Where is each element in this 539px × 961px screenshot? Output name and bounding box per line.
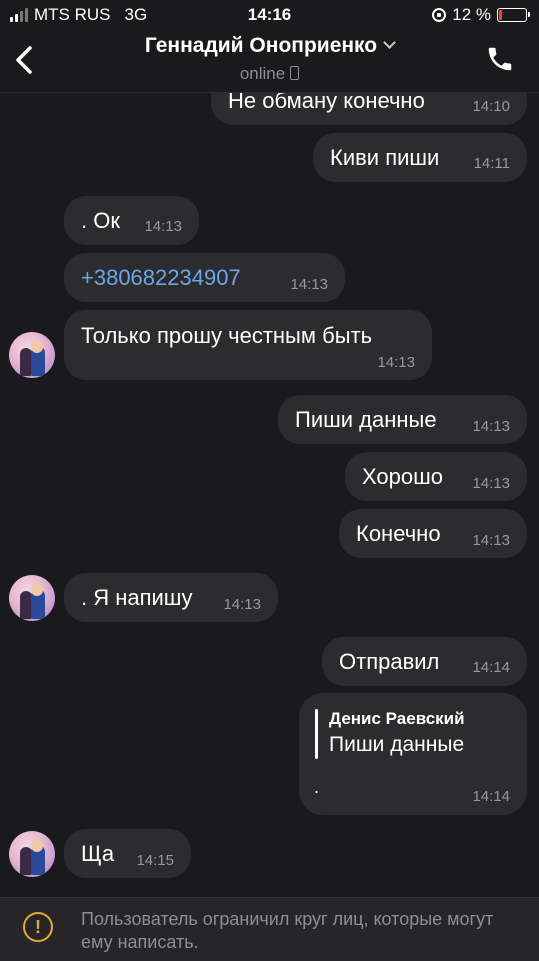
message-time: 14:11 — [473, 155, 510, 172]
phone-number-link[interactable]: +380682234907 — [81, 265, 241, 291]
reply-quote-bar — [315, 709, 318, 759]
message-bubble-outgoing[interactable]: Киви пиши 14:11 — [313, 133, 527, 182]
reply-message-bubble[interactable]: Денис Раевский Пиши данные . 14:14 — [299, 693, 527, 815]
restriction-banner: ! Пользователь ограничил круг лиц, котор… — [0, 897, 539, 961]
message-time: 14:13 — [377, 354, 415, 371]
phone-icon[interactable] — [485, 44, 515, 74]
contact-avatar[interactable] — [9, 575, 55, 621]
contact-avatar[interactable] — [9, 332, 55, 378]
message-bubble-incoming[interactable]: . Ок 14:13 — [64, 196, 199, 245]
message-text: Пиши данные — [295, 406, 437, 432]
mobile-device-icon — [290, 66, 300, 80]
message-text: Киви пиши — [330, 144, 440, 170]
message-bubble-incoming[interactable]: Ща 14:15 — [64, 829, 191, 878]
message-time: 14:14 — [472, 788, 510, 805]
contact-status: online — [0, 64, 539, 84]
message-bubble-outgoing[interactable]: Конечно 14:13 — [339, 509, 527, 558]
message-time: 14:13 — [472, 475, 510, 492]
message-text: Только прошу честным быть — [81, 323, 373, 348]
message-text: . — [314, 777, 320, 797]
chevron-down-icon — [383, 36, 396, 49]
battery-icon — [497, 8, 530, 22]
message-text: Отправил — [339, 648, 440, 674]
message-bubble-outgoing[interactable]: Отправил 14:14 — [322, 637, 527, 686]
reply-quoted-text: Пиши данные — [329, 733, 465, 756]
battery-percent: 12 % — [452, 5, 491, 24]
reply-author: Денис Раевский — [329, 709, 465, 728]
chat-header: Геннадий Оноприенко online — [0, 30, 539, 93]
online-status: online — [239, 64, 286, 83]
message-text: Хорошо — [362, 463, 444, 489]
message-time: 14:14 — [472, 659, 510, 676]
status-bar: MTS RUS 3G 14:16 12 % — [0, 0, 539, 30]
contact-name: Геннадий Оноприенко — [144, 34, 378, 57]
message-bubble-incoming[interactable]: +380682234907 14:13 — [64, 253, 345, 302]
restriction-message: Пользователь ограничил круг лиц, которые… — [81, 909, 494, 952]
contact-name-button[interactable]: Геннадий Оноприенко — [0, 34, 539, 58]
rotation-lock-icon — [432, 8, 447, 22]
message-time: 14:13 — [472, 418, 510, 435]
battery-fill — [499, 10, 502, 20]
message-text: Ща — [81, 840, 115, 866]
message-time: 14:15 — [136, 852, 174, 869]
contact-avatar[interactable] — [9, 831, 55, 877]
message-time: 14:13 — [223, 596, 261, 613]
message-bubble-outgoing[interactable]: Пиши данные 14:13 — [278, 395, 527, 444]
message-bubble-incoming[interactable]: Только прошу честным быть 14:13 — [64, 310, 432, 380]
message-text: Конечно — [356, 520, 441, 546]
message-text: . Ок — [81, 207, 120, 233]
message-time: 14:13 — [290, 276, 328, 293]
message-text: . Я напишу — [81, 584, 193, 610]
message-bubble-outgoing[interactable]: Хорошо 14:13 — [345, 452, 527, 501]
message-time: 14:13 — [144, 218, 182, 235]
message-time: 14:10 — [472, 98, 510, 115]
message-bubble-incoming[interactable]: . Я напишу 14:13 — [64, 573, 278, 622]
warning-icon: ! — [23, 912, 53, 942]
message-time: 14:13 — [472, 532, 510, 549]
